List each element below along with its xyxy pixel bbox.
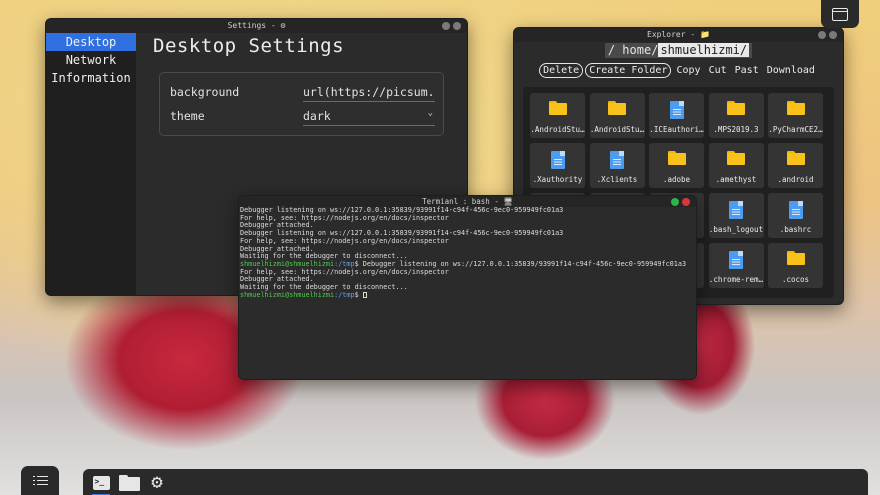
file-name: .android xyxy=(777,175,814,184)
menu-icon xyxy=(32,475,48,486)
file-tile[interactable]: .Xauthority xyxy=(530,143,585,188)
terminal-cursor[interactable] xyxy=(362,291,367,298)
terminal-text: $ xyxy=(354,290,363,299)
gear-icon: ⚙ xyxy=(151,471,163,493)
file-tile[interactable]: .amethyst xyxy=(708,143,764,188)
minimize-button[interactable] xyxy=(818,31,826,39)
taskbar: ⚙ xyxy=(83,469,868,495)
file-tile[interactable]: .Xclients xyxy=(589,143,645,188)
folder-icon xyxy=(786,101,805,115)
file-name: .PyCharmCE2… xyxy=(768,125,823,134)
chevron-down-icon: ⌄ xyxy=(427,109,433,118)
file-name: .adobe xyxy=(662,175,691,184)
prompt-user: shmuelhizmi@shmuelhizmi xyxy=(240,290,335,299)
prompt-path: :/tmp xyxy=(334,290,355,299)
file-name: .amethyst xyxy=(715,175,757,184)
file-tile[interactable]: .AndroidStu… xyxy=(530,93,585,138)
file-name: .bashrc xyxy=(779,225,812,234)
sidebar-item-information[interactable]: Information xyxy=(46,69,136,87)
setting-row-theme: theme dark ⌄ xyxy=(170,109,435,127)
file-name: .AndroidStu… xyxy=(530,125,585,134)
file-icon xyxy=(669,101,684,119)
close-button[interactable] xyxy=(682,197,690,206)
file-tile[interactable]: .PyCharmCE2… xyxy=(768,93,823,138)
copy-button[interactable]: Copy xyxy=(673,64,703,77)
file-icon xyxy=(729,201,743,219)
explorer-title: Explorer - 📁 xyxy=(647,30,710,39)
theme-select-value: dark xyxy=(303,109,331,123)
file-tile[interactable]: .MPS2019.3 xyxy=(708,93,764,138)
close-button[interactable] xyxy=(829,31,837,39)
file-name: .ICEauthori… xyxy=(649,125,704,134)
file-name: .cocos xyxy=(781,275,810,284)
download-button[interactable]: Download xyxy=(764,64,818,77)
settings-title: Settings - ⚙ xyxy=(227,21,286,30)
folder-icon xyxy=(608,101,626,115)
sidebar-item-desktop[interactable]: Desktop xyxy=(46,33,136,51)
file-tile[interactable]: .cocos xyxy=(768,243,823,288)
file-name: .bash_logout xyxy=(708,225,764,234)
file-name: .MPS2019.3 xyxy=(713,125,759,134)
file-tile[interactable]: .AndroidStu… xyxy=(589,93,645,138)
file-tile[interactable]: .ICEauthori… xyxy=(649,93,704,138)
settings-form: background url(https://picsum.ph theme d… xyxy=(159,72,444,136)
terminal-output[interactable]: Debugger listening on ws://127.0.0.1:358… xyxy=(240,206,695,379)
folder-icon xyxy=(727,101,745,115)
file-icon xyxy=(729,251,743,269)
folder-icon xyxy=(786,151,805,165)
window-icon xyxy=(832,7,848,21)
file-tile[interactable]: .adobe xyxy=(649,143,704,188)
menu-button[interactable] xyxy=(21,466,59,495)
path-segment-home[interactable]: / home/ xyxy=(608,43,659,57)
cut-button[interactable]: Cut xyxy=(706,64,730,77)
terminal-window[interactable]: Termianl : bash - 🖥 Debugger listening o… xyxy=(238,195,697,380)
minimize-button[interactable] xyxy=(442,22,450,30)
sidebar-item-network[interactable]: Network xyxy=(46,51,136,69)
file-icon xyxy=(550,151,565,169)
file-tile[interactable]: .chrome-rem… xyxy=(708,243,764,288)
folder-icon xyxy=(727,151,745,165)
file-tile[interactable]: .android xyxy=(768,143,823,188)
folder-icon xyxy=(548,101,567,115)
folder-icon xyxy=(786,251,805,265)
maximize-button[interactable] xyxy=(671,197,679,206)
file-tile[interactable]: .bashrc xyxy=(768,193,823,238)
close-button[interactable] xyxy=(453,22,461,30)
file-name: .AndroidStu… xyxy=(589,125,645,134)
explorer-toolbar: Delete Create Folder Copy Cut Past Download xyxy=(514,63,843,78)
setting-row-background: background url(https://picsum.ph xyxy=(170,85,435,103)
file-tile[interactable]: .bash_logout xyxy=(708,193,764,238)
create-folder-button[interactable]: Create Folder xyxy=(585,63,672,78)
terminal-title: Termianl : bash - 🖥 xyxy=(422,197,513,206)
file-icon xyxy=(788,201,803,219)
taskbar-terminal[interactable] xyxy=(90,472,112,495)
taskbar-settings[interactable]: ⚙ xyxy=(146,472,168,493)
taskbar-explorer[interactable] xyxy=(118,472,140,493)
terminal-line: shmuelhizmi@shmuelhizmi:/tmp$ xyxy=(240,290,695,300)
window-toggle-button[interactable] xyxy=(821,0,859,28)
file-name: .chrome-rem… xyxy=(708,275,764,284)
settings-sidebar: Desktop Network Information xyxy=(46,33,136,295)
terminal-icon xyxy=(92,475,110,490)
paste-button[interactable]: Past xyxy=(732,64,762,77)
file-name: .Xclients xyxy=(596,175,638,184)
file-icon xyxy=(610,151,624,169)
file-name: .Xauthority xyxy=(532,175,583,184)
theme-select[interactable]: dark ⌄ xyxy=(303,109,435,126)
explorer-titlebar[interactable]: Explorer - 📁 xyxy=(514,28,843,42)
settings-titlebar[interactable]: Settings - ⚙ xyxy=(46,19,467,33)
folder-icon xyxy=(667,151,686,165)
setting-label: theme xyxy=(170,109,205,123)
breadcrumb: / home/shmuelhizmi/ xyxy=(514,43,843,58)
path-segment-current[interactable]: shmuelhizmi/ xyxy=(658,43,750,57)
page-title: Desktop Settings xyxy=(153,35,345,57)
background-input[interactable]: url(https://picsum.ph xyxy=(303,85,435,102)
delete-button[interactable]: Delete xyxy=(539,63,584,78)
setting-label: background xyxy=(170,85,240,99)
folder-icon xyxy=(118,474,140,491)
